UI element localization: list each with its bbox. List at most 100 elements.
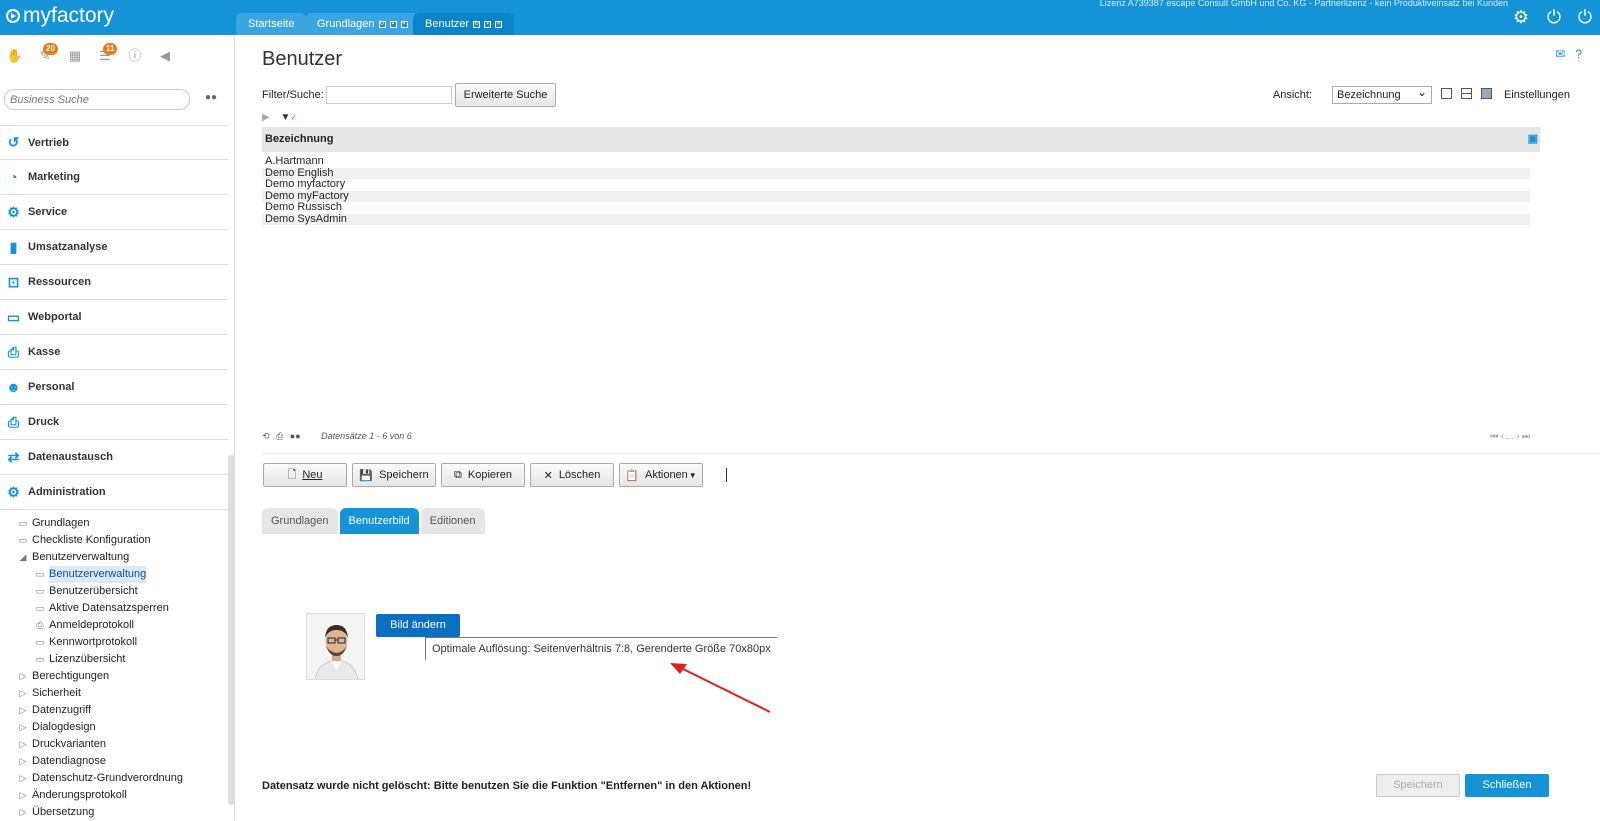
tree-closed-icon[interactable]: ▷ — [18, 804, 28, 821]
options-icon[interactable]: ●● — [290, 431, 301, 441]
tab-benutzer[interactable]: Benutzer ↻ ▪ × — [413, 13, 515, 35]
tab-grundlagen[interactable]: Grundlagen ↻ ▪ × — [305, 13, 420, 35]
tree-item[interactable]: ▭ Lizenzübersicht — [0, 651, 228, 668]
speichern-button[interactable]: 💾 Speichern — [352, 463, 436, 487]
module-umsatzanalyse[interactable]: ▮ Umsatzanalyse — [0, 230, 228, 265]
extended-search-button[interactable]: Erweiterte Suche — [455, 83, 556, 107]
tree-item[interactable]: ▭ Kennwortprotokoll — [0, 634, 228, 651]
module-administration[interactable]: ⚙ Administration — [0, 475, 228, 510]
view-select[interactable]: Bezeichnung — [1332, 84, 1432, 104]
tree-closed-icon[interactable]: ▷ — [18, 685, 28, 702]
info-icon[interactable]: ⓘ — [126, 47, 144, 65]
expand-arrow-icon[interactable]: ▶ — [262, 112, 270, 123]
tab-close-icon[interactable]: × — [495, 20, 503, 28]
tree-item[interactable]: ▭ Checkliste Konfiguration — [0, 532, 228, 549]
tree-item[interactable]: ▷ Druckvarianten — [0, 736, 228, 753]
filter-icon[interactable]: ▼✓ — [280, 112, 297, 123]
table-row[interactable]: Demo SysAdmin — [262, 213, 1530, 225]
module-kasse[interactable]: ⎙ Kasse — [0, 335, 228, 370]
table-row[interactable]: Demo English — [262, 167, 1530, 179]
module-personal[interactable]: ☻ Personal — [0, 370, 228, 405]
module-webportal[interactable]: ▭ Webportal — [0, 300, 228, 335]
search-options-icon[interactable]: ●● — [205, 92, 217, 103]
neu-button[interactable]: 🗋 Neu — [263, 463, 347, 487]
gear-icon[interactable]: ⚙ — [1510, 6, 1532, 28]
detail-tab-editionen[interactable]: Editionen — [420, 508, 485, 534]
prev-page-icon[interactable]: ‹ — [1501, 431, 1504, 441]
tab-refresh-icon[interactable]: ↻ — [378, 20, 386, 28]
tab-minimize-icon[interactable]: ▪ — [484, 20, 492, 28]
tree-closed-icon[interactable]: ▷ — [18, 668, 28, 685]
kopieren-button[interactable]: ⧉ Kopieren — [441, 463, 525, 487]
notes-icon[interactable]: ☰ 11 — [96, 43, 118, 65]
tree-closed-icon[interactable]: ▷ — [18, 736, 28, 753]
tree-item[interactable]: ▷ Dialogdesign — [0, 719, 228, 736]
power-icon[interactable]: ⏻ — [1543, 6, 1565, 28]
last-page-icon[interactable]: ⏭ — [1522, 431, 1530, 441]
tree-item[interactable]: ▭ Benutzerübersicht — [0, 583, 228, 600]
tab-close-icon[interactable]: × — [400, 20, 408, 28]
grid-header[interactable]: Bezeichnung ▣ — [262, 127, 1540, 152]
detail-tab-grundlagen[interactable]: Grundlagen — [262, 508, 338, 534]
hand-icon[interactable]: ✋ — [6, 47, 24, 65]
table-row[interactable]: Demo myFactory — [262, 190, 1530, 202]
filter-input[interactable] — [326, 86, 452, 104]
calendar-icon[interactable]: ▦ — [66, 47, 84, 65]
grid-tools: ▶ ▼✓ — [262, 112, 297, 123]
tree-item[interactable]: ▷ Datenzugriff — [0, 702, 228, 719]
tab-refresh-icon[interactable]: ↻ — [473, 20, 481, 28]
module-marketing[interactable]: ◔ Marketing — [0, 160, 228, 195]
tree-item[interactable]: ▷ Datenschutz-Grundverordnung — [0, 770, 228, 787]
tree-item[interactable]: ◢ Benutzerverwaltung — [0, 549, 228, 566]
aktionen-button[interactable]: 📋 Aktionen ▼ — [619, 463, 703, 487]
tasks-icon[interactable]: ✎ 20 — [36, 43, 58, 65]
help-icon[interactable]: ? — [1575, 47, 1582, 61]
view-layout-1-icon[interactable] — [1441, 88, 1452, 99]
tree-open-icon[interactable]: ◢ — [18, 549, 28, 566]
tree-closed-icon[interactable]: ▷ — [18, 719, 28, 736]
tree-item[interactable]: ▷ Berechtigungen — [0, 668, 228, 685]
module-service[interactable]: ⚙ Service — [0, 195, 228, 230]
detail-tab-benutzerbild[interactable]: Benutzerbild — [339, 508, 419, 534]
tree-closed-icon[interactable]: ▷ — [18, 770, 28, 787]
tree-item[interactable]: ▭ Grundlagen — [0, 515, 228, 532]
view-layout-2-icon[interactable] — [1461, 88, 1472, 99]
footer-save-button[interactable]: Speichern — [1376, 774, 1460, 797]
tree-item[interactable]: ▷ Datendiagnose — [0, 753, 228, 770]
sidebar-scrollbar[interactable] — [228, 455, 235, 805]
tree-closed-icon[interactable]: ▷ — [18, 787, 28, 804]
collapse-left-icon[interactable]: ◀ — [156, 47, 174, 65]
table-row[interactable]: Demo myfactory — [262, 178, 1530, 191]
settings-link[interactable]: Einstellungen — [1504, 89, 1570, 101]
refresh-icon[interactable]: ⟲ — [262, 431, 270, 441]
tree-item[interactable]: ▭ Benutzerverwaltung — [0, 566, 228, 583]
module-datenaustausch[interactable]: ⇄ Datenaustausch — [0, 440, 228, 475]
tree-item[interactable]: ▷ Sicherheit — [0, 685, 228, 702]
tree-closed-icon[interactable]: ▷ — [18, 753, 28, 770]
logout-power-icon[interactable]: ⏻ — [1574, 6, 1596, 28]
module-druck[interactable]: ⎙ Druck — [0, 405, 228, 440]
first-page-icon[interactable]: ⏮ — [1490, 431, 1498, 441]
tree-item[interactable]: ▷ Änderungsprotokoll — [0, 787, 228, 804]
loeschen-button[interactable]: ✕ Löschen — [530, 463, 614, 487]
tree-item[interactable]: ⎙ Anmeldeprotokoll — [0, 617, 228, 634]
close-button[interactable]: Schließen — [1465, 774, 1549, 797]
business-search-input[interactable] — [4, 89, 190, 110]
table-row[interactable]: Demo Russisch — [262, 201, 1530, 214]
tab-startseite[interactable]: Startseite — [236, 13, 307, 35]
myfactory-logo[interactable]: myfactory — [6, 4, 114, 28]
column-header-bezeichnung[interactable]: Bezeichnung — [265, 133, 333, 145]
tree-item[interactable]: ▷ Übersetzung — [0, 804, 228, 821]
view-layout-3-icon[interactable] — [1481, 88, 1492, 99]
tree-closed-icon[interactable]: ▷ — [18, 702, 28, 719]
mail-icon[interactable]: ✉ — [1555, 47, 1565, 61]
module-vertrieb[interactable]: ↺ Vertrieb — [0, 125, 228, 160]
tree-item[interactable]: ▭ Aktive Datensatzsperren — [0, 600, 228, 617]
change-picture-button[interactable]: Bild ändern — [376, 614, 460, 637]
tab-minimize-icon[interactable]: ▪ — [389, 20, 397, 28]
table-row[interactable]: A.Hartmann — [262, 155, 1530, 168]
print-icon[interactable]: ⎙ — [276, 431, 283, 441]
column-config-icon[interactable]: ▣ — [1528, 127, 1538, 152]
module-ressourcen[interactable]: ⊡ Ressourcen — [0, 265, 228, 300]
next-page-icon[interactable]: › — [1516, 431, 1519, 441]
